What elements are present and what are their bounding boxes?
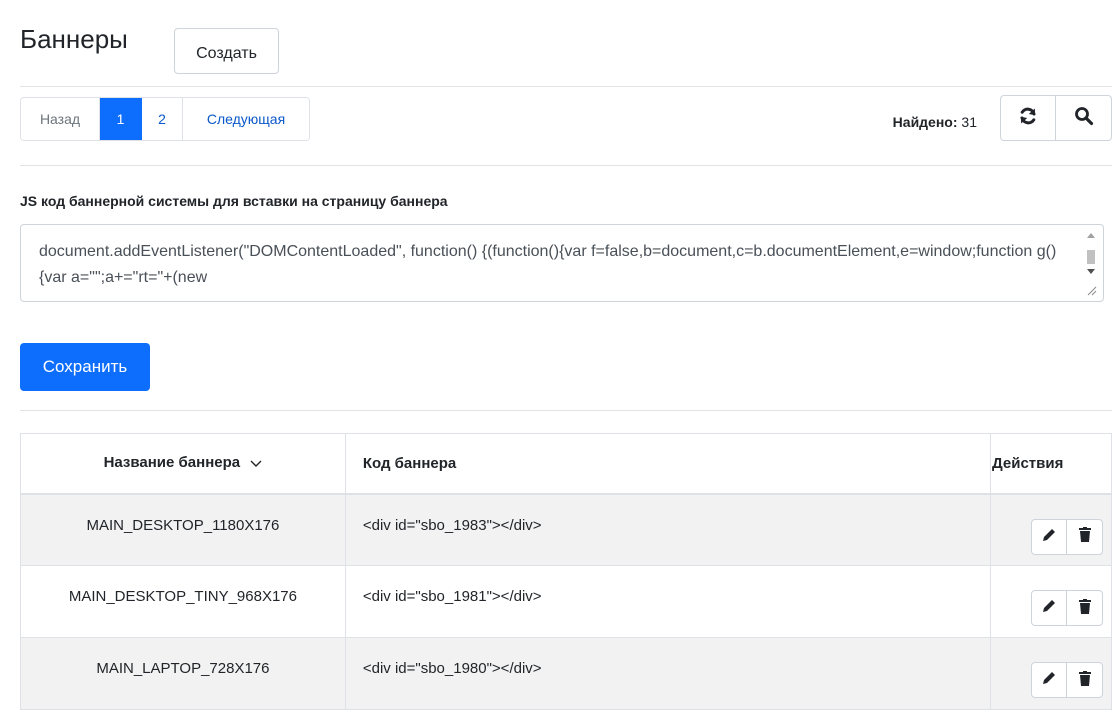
save-button[interactable]: Сохранить xyxy=(20,343,150,391)
chevron-down-icon xyxy=(250,455,262,472)
banner-code: <div id="sbo_1981"></div> xyxy=(344,565,992,638)
pencil-icon xyxy=(1042,671,1056,689)
banner-name: MAIN_DESKTOP_TINY_968X176 xyxy=(20,565,346,638)
column-header-actions: Действия xyxy=(990,433,1112,495)
edit-button[interactable] xyxy=(1032,519,1067,554)
trash-icon xyxy=(1078,670,1091,690)
banner-name: MAIN_DESKTOP_1180X176 xyxy=(20,493,346,566)
pagination-prev[interactable]: Назад xyxy=(21,98,100,140)
delete-button[interactable] xyxy=(1067,663,1102,697)
delete-button[interactable] xyxy=(1067,591,1102,625)
create-button[interactable]: Создать xyxy=(174,28,279,74)
divider xyxy=(20,165,1112,166)
table-row: MAIN_DESKTOP_1180X176 <div id="sbo_1983"… xyxy=(20,493,1112,566)
page-title: Баннеры xyxy=(20,24,128,54)
divider xyxy=(20,410,1112,411)
edit-button[interactable] xyxy=(1032,591,1067,625)
banner-name: MAIN_LAPTOP_728X176 xyxy=(20,637,346,710)
pencil-icon xyxy=(1042,528,1056,546)
pagination-page-1[interactable]: 1 xyxy=(100,98,142,140)
js-code-value: document.addEventListener("DOMContentLoa… xyxy=(39,243,1057,286)
banners-table: Название баннера Код баннера Действия MA… xyxy=(20,433,1112,710)
toolbar-actions xyxy=(1000,95,1112,141)
textarea-scrollbar[interactable] xyxy=(1085,231,1097,297)
divider xyxy=(20,86,1112,87)
column-header-code: Код баннера xyxy=(344,433,992,495)
refresh-button[interactable] xyxy=(1001,96,1057,140)
js-code-label: JS код баннерной системы для вставки на … xyxy=(20,193,448,209)
row-actions xyxy=(990,493,1112,566)
column-header-name-label: Название баннера xyxy=(103,454,241,472)
table-header-row: Название баннера Код баннера Действия xyxy=(20,433,1112,495)
edit-button[interactable] xyxy=(1032,663,1067,697)
pagination: Назад 1 2 Следующая xyxy=(20,97,310,141)
refresh-icon xyxy=(1018,106,1038,131)
trash-icon xyxy=(1078,527,1091,546)
search-icon xyxy=(1074,106,1094,131)
row-actions xyxy=(990,565,1112,638)
search-button[interactable] xyxy=(1056,96,1111,140)
pagination-next[interactable]: Следующая xyxy=(183,98,309,140)
column-header-name[interactable]: Название баннера xyxy=(20,433,346,495)
pencil-icon xyxy=(1042,599,1056,617)
found-value: 31 xyxy=(961,114,977,130)
table-row: MAIN_LAPTOP_728X176 <div id="sbo_1980"><… xyxy=(20,637,1112,710)
found-label: Найдено: xyxy=(892,114,958,130)
delete-button[interactable] xyxy=(1067,520,1102,554)
banner-code: <div id="sbo_1980"></div> xyxy=(344,637,992,710)
found-count: Найдено: 31 xyxy=(893,114,977,130)
row-actions xyxy=(990,637,1112,710)
trash-icon xyxy=(1078,598,1091,618)
banner-code: <div id="sbo_1983"></div> xyxy=(344,493,992,566)
pagination-page-2[interactable]: 2 xyxy=(142,98,183,140)
table-row: MAIN_DESKTOP_TINY_968X176 <div id="sbo_1… xyxy=(20,565,1112,638)
js-code-textarea[interactable]: document.addEventListener("DOMContentLoa… xyxy=(20,224,1104,302)
